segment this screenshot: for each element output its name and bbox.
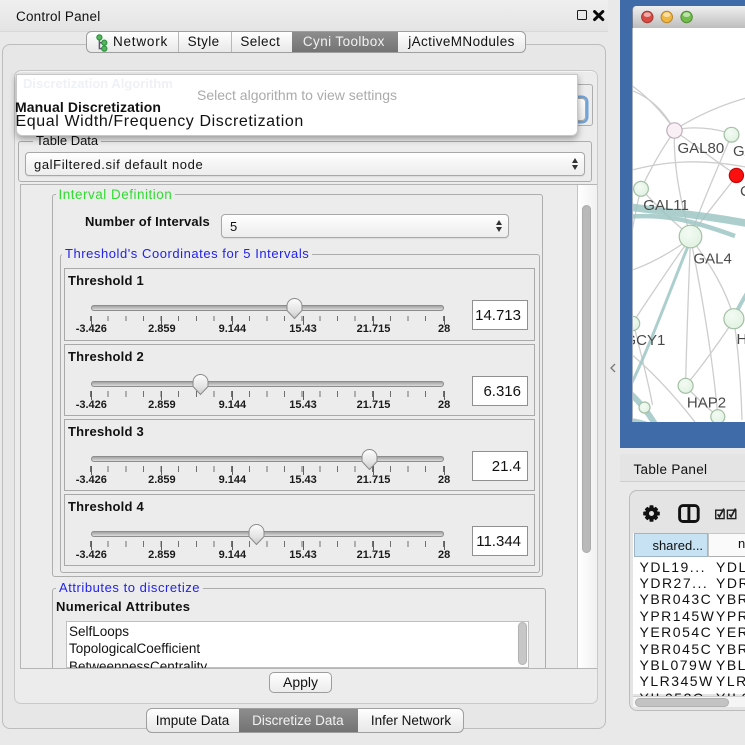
svg-text:GAL11: GAL11 <box>643 197 689 214</box>
svg-text:GAL80: GAL80 <box>677 140 724 157</box>
svg-text:GA: GA <box>733 143 745 160</box>
svg-text:C: C <box>740 183 745 200</box>
svg-text:HAP2: HAP2 <box>686 394 725 411</box>
svg-text:GCY1: GCY1 <box>633 332 665 349</box>
svg-text:GAL4: GAL4 <box>693 251 731 268</box>
svg-text:HI: HI <box>736 331 745 348</box>
